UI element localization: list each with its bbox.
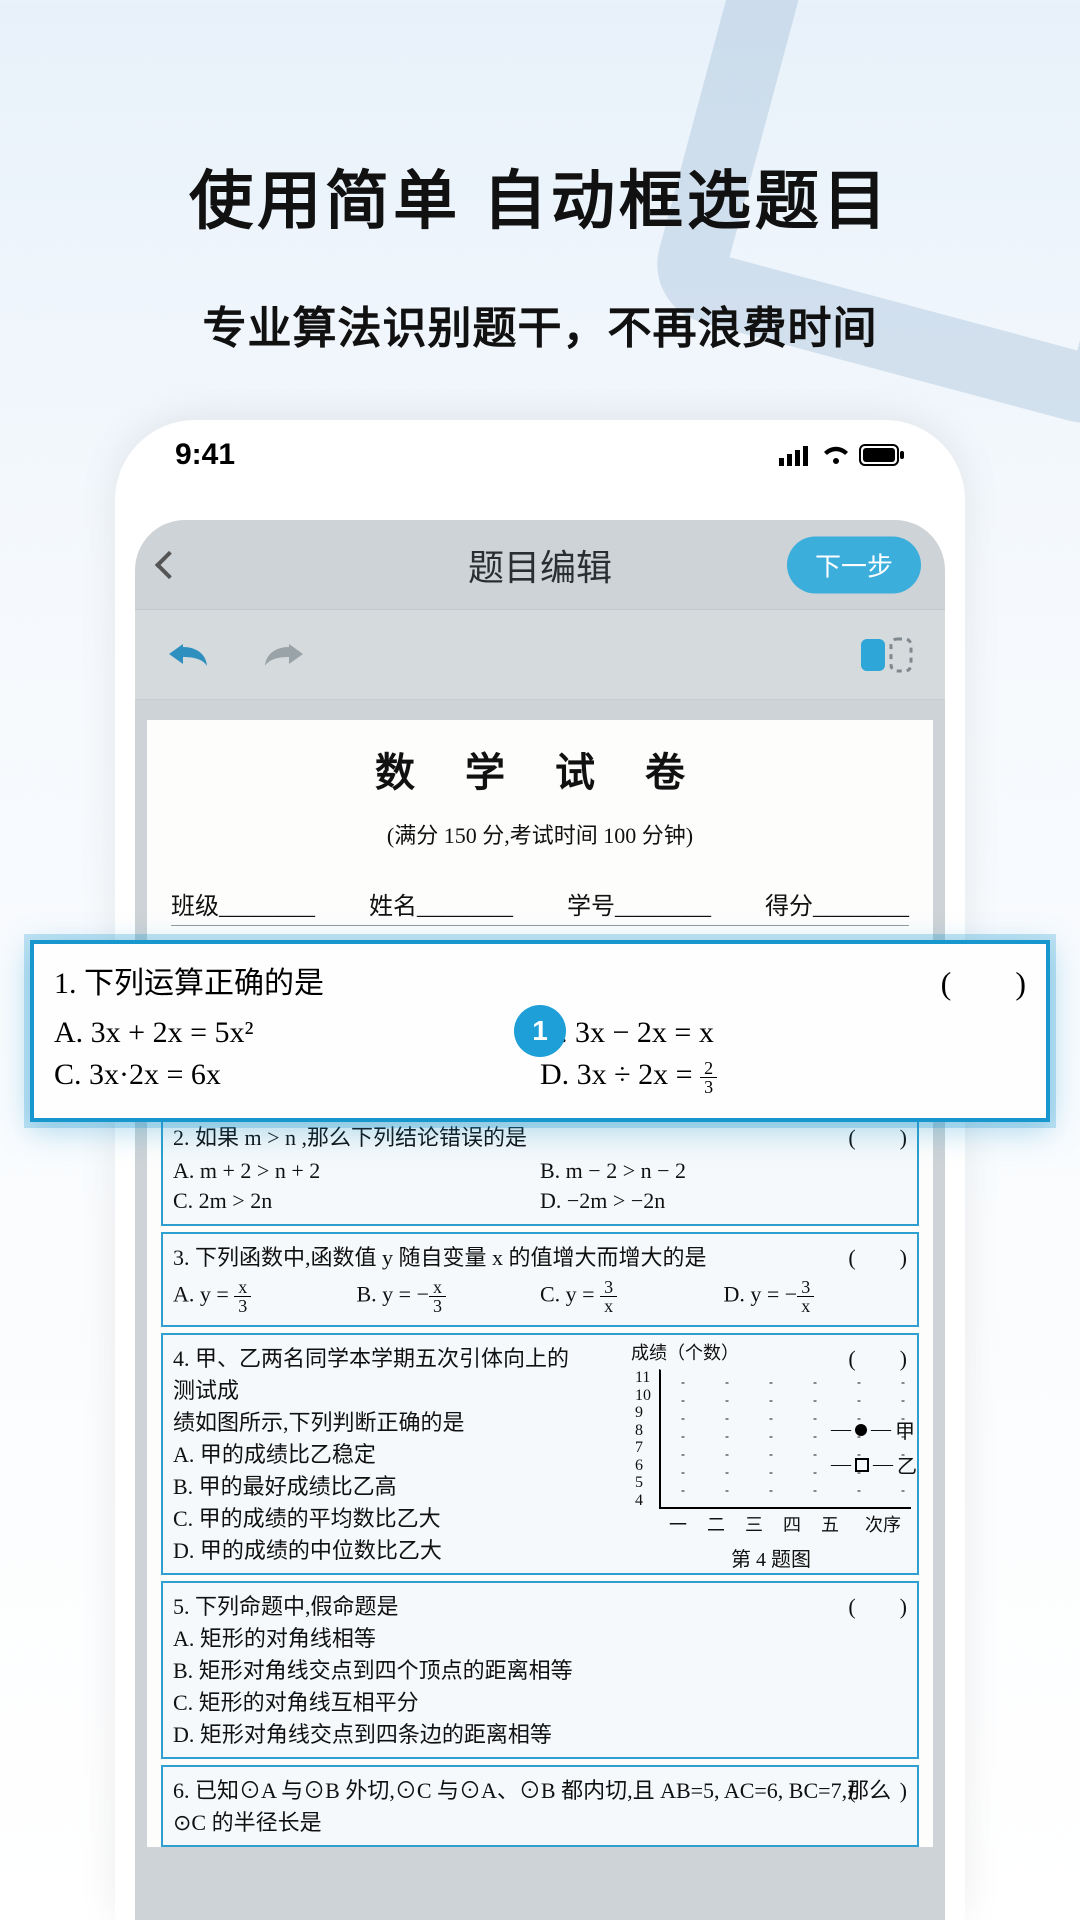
- app-header: 题目编辑 下一步: [135, 520, 945, 610]
- redo-icon[interactable]: [261, 640, 307, 670]
- q3-optC: C. y = 3x: [540, 1276, 724, 1317]
- status-time: 9:41: [175, 438, 235, 472]
- back-icon[interactable]: [155, 550, 183, 578]
- q1-optA: A. 3x + 2x = 5x²: [54, 1012, 540, 1054]
- app-screen: 题目编辑 下一步 数 学 试 卷 (满分 150 分,考试时间 100 分钟) …: [135, 520, 945, 1920]
- screen-title: 题目编辑: [468, 539, 612, 591]
- q4-optC: C. 甲的成绩的平均数比乙大: [173, 1501, 577, 1533]
- answer-blank: ( ): [848, 1240, 907, 1272]
- undo-icon[interactable]: [165, 640, 211, 670]
- answer-blank: ( ): [941, 958, 1026, 1004]
- exam-info-row: 班级________ 姓名________ 学号________ 得分_____…: [171, 886, 909, 926]
- hero: 使用简单 自动框选题目 专业算法识别题干，不再浪费时间: [0, 0, 1080, 356]
- chart-title: 成绩（个数）: [631, 1339, 911, 1365]
- q5-optB: B. 矩形对角线交点到四个顶点的距离相等: [173, 1653, 907, 1685]
- q1-optC: C. 3x·2x = 6x: [54, 1054, 540, 1100]
- q4-stem-line1: 4. 甲、乙两名同学本学期五次引体向上的测试成: [173, 1341, 577, 1405]
- question-3-box[interactable]: ( ) 3. 下列函数中,函数值 y 随自变量 x 的值增大而增大的是 A. y…: [161, 1232, 919, 1327]
- q4-optB: B. 甲的最好成绩比乙高: [173, 1469, 577, 1501]
- next-button[interactable]: 下一步: [787, 536, 921, 593]
- q5-optC: C. 矩形的对角线互相平分: [173, 1685, 907, 1717]
- wifi-icon: [821, 444, 851, 466]
- q4-chart: 成绩（个数） 1110 98 76 54 —— 甲 —— 乙: [631, 1339, 911, 1572]
- q6-stem: 6. 已知⊙A 与⊙B 外切,⊙C 与⊙A、⊙B 都内切,且 AB=5, AC=…: [173, 1773, 907, 1805]
- hero-title: 使用简单 自动框选题目: [0, 150, 1080, 242]
- chart-x-ticks: 一二 三四 五 次序: [659, 1511, 911, 1537]
- question-5-box[interactable]: ( ) 5. 下列命题中,假命题是 A. 矩形的对角线相等 B. 矩形对角线交点…: [161, 1581, 919, 1759]
- hero-subtitle: 专业算法识别题干，不再浪费时间: [0, 292, 1080, 356]
- q2-optB: B. m − 2 > n − 2: [540, 1156, 907, 1186]
- q2-stem: 2. 如果 m > n ,那么下列结论错误的是: [173, 1120, 907, 1152]
- chart-caption: 第 4 题图: [631, 1543, 911, 1572]
- chart-y-ticks: 1110 98 76 54: [635, 1369, 651, 1509]
- question-2-box[interactable]: ( ) 2. 如果 m > n ,那么下列结论错误的是 A. m + 2 > n…: [161, 1112, 919, 1226]
- phone-frame: 9:41 题目编辑 下一步 数 学 试 卷 (满分 150 分,考试时间 100…: [115, 420, 965, 1920]
- q5-optA: A. 矩形的对角线相等: [173, 1621, 907, 1653]
- answer-blank: ( ): [848, 1773, 907, 1805]
- q5-stem: 5. 下列命题中,假命题是: [173, 1589, 907, 1621]
- q1-stem: 1. 下列运算正确的是: [54, 958, 1026, 1002]
- q6-line2: ⊙C 的半径长是: [173, 1805, 907, 1837]
- status-bar: 9:41: [115, 420, 965, 490]
- highlighted-question-popout[interactable]: ( ) 1. 下列运算正确的是 A. 3x + 2x = 5x² B. 3x −…: [30, 940, 1050, 1122]
- q5-optD: D. 矩形对角线交点到四条边的距离相等: [173, 1717, 907, 1749]
- answer-blank: ( ): [848, 1120, 907, 1152]
- battery-icon: [859, 444, 905, 466]
- exam-subtitle: (满分 150 分,考试时间 100 分钟): [165, 818, 915, 850]
- signal-icon: [779, 444, 813, 466]
- q4-optA: A. 甲的成绩比乙稳定: [173, 1437, 577, 1469]
- q3-stem: 3. 下列函数中,函数值 y 随自变量 x 的值增大而增大的是: [173, 1240, 907, 1272]
- q4-stem-line2: 绩如图所示,下列判断正确的是: [173, 1405, 577, 1437]
- status-icons: [779, 444, 905, 466]
- exam-paper: 数 学 试 卷 (满分 150 分,考试时间 100 分钟) 班级_______…: [147, 720, 933, 1847]
- question-4-box[interactable]: ( ) 4. 甲、乙两名同学本学期五次引体向上的测试成 绩如图所示,下列判断正确…: [161, 1333, 919, 1575]
- q2-optC: C. 2m > 2n: [173, 1186, 540, 1216]
- q3-optD: D. y = −3x: [724, 1276, 908, 1317]
- selection-badge-icon: 1: [514, 1005, 566, 1057]
- q4-optD: D. 甲的成绩的中位数比乙大: [173, 1533, 577, 1565]
- chart-legend: —— 甲 —— 乙: [831, 1409, 917, 1485]
- q1-optB: B. 3x − 2x = x: [540, 1012, 1026, 1054]
- q3-optB: B. y = −x3: [357, 1276, 541, 1317]
- exam-title: 数 学 试 卷: [165, 740, 915, 798]
- q3-optA: A. y = x3: [173, 1276, 357, 1317]
- q2-optA: A. m + 2 > n + 2: [173, 1156, 540, 1186]
- q1-optD: D. 3x ÷ 2x = 23: [540, 1054, 1026, 1100]
- q2-optD: D. −2m > −2n: [540, 1186, 907, 1216]
- toolbar: [135, 610, 945, 700]
- selection-tool-icon[interactable]: [859, 635, 915, 675]
- question-6-box[interactable]: ( ) 6. 已知⊙A 与⊙B 外切,⊙C 与⊙A、⊙B 都内切,且 AB=5,…: [161, 1765, 919, 1847]
- answer-blank: ( ): [848, 1589, 907, 1621]
